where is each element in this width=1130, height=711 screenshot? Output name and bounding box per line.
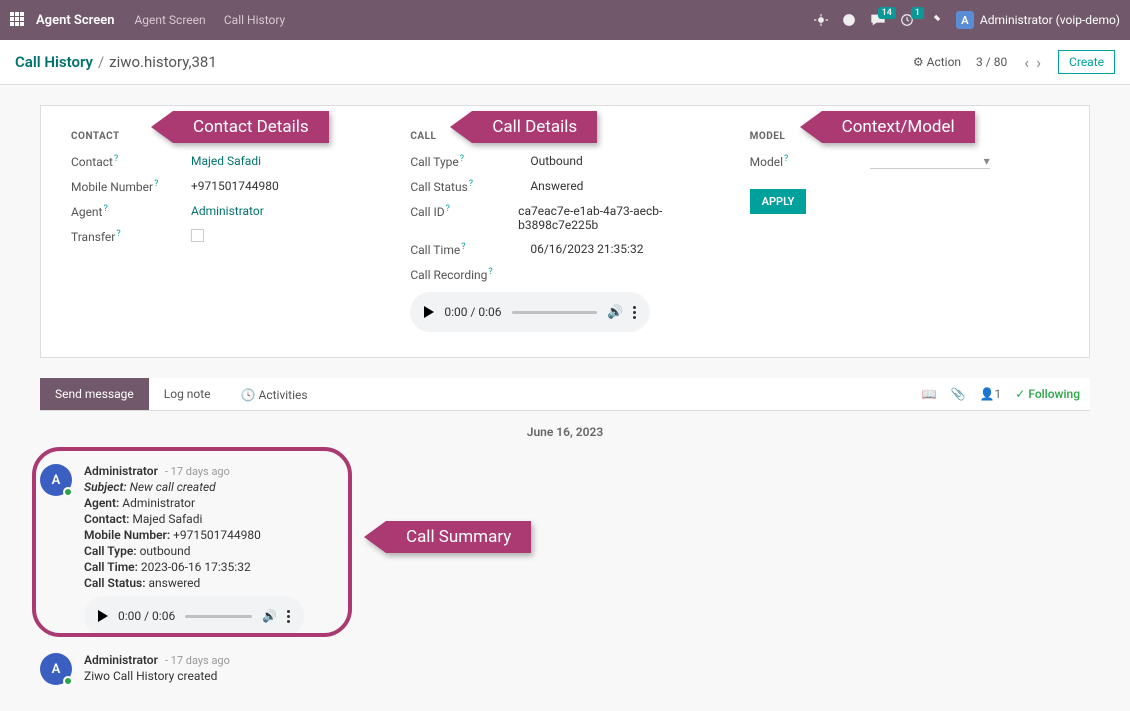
help-icon[interactable]: ?	[446, 204, 450, 214]
pager-controls: ‹ ›	[1022, 53, 1043, 72]
message-2: A Administrator - 17 days ago Ziwo Call …	[40, 647, 1090, 691]
help-icon[interactable]: ?	[461, 242, 465, 252]
clock-small-icon: 🕓	[241, 388, 256, 402]
breadcrumb-current: ziwo.history,381	[109, 53, 217, 71]
callout-summary: Call Summary	[364, 521, 531, 553]
help-icon[interactable]: ?	[460, 154, 464, 164]
followers-count[interactable]: 👤1	[980, 387, 1002, 401]
help-icon[interactable]: ?	[488, 267, 492, 277]
messages-icon[interactable]: 14	[870, 13, 886, 27]
model-dropdown[interactable]: ▾	[870, 154, 990, 169]
avatar: A	[40, 653, 72, 685]
following-button[interactable]: ✓ Following	[1015, 387, 1080, 401]
audio-track[interactable]	[512, 311, 598, 314]
clock-badge: 1	[911, 7, 924, 19]
chevron-down-icon: ▾	[984, 154, 990, 168]
agent-value[interactable]: Administrator	[191, 204, 264, 219]
msg-author: Administrator	[84, 653, 158, 667]
volume-icon[interactable]: 🔊	[262, 609, 277, 623]
help-icon[interactable]: ?	[116, 229, 120, 239]
presence-icon	[63, 487, 73, 497]
call-type-value: Outbound	[530, 154, 582, 169]
topbar: Agent Screen Agent Screen Call History 1…	[0, 0, 1130, 40]
play-icon[interactable]	[98, 610, 108, 622]
callout-model: Context/Model	[800, 111, 975, 143]
nav-agent-screen[interactable]: Agent Screen	[134, 13, 205, 27]
breadcrumb-bar: Call History / ziwo.history,381 ⚙Action …	[0, 40, 1130, 85]
audio-menu-icon[interactable]	[287, 610, 290, 623]
call-time-value: 06/16/2023 21:35:32	[530, 242, 643, 257]
volume-icon[interactable]: 🔊	[607, 305, 623, 320]
msg-author: Administrator	[84, 464, 158, 478]
msg-body-text: Ziwo Call History created	[84, 669, 230, 683]
gear-icon: ⚙	[913, 55, 924, 69]
transfer-checkbox[interactable]	[191, 229, 204, 242]
app-title: Agent Screen	[36, 13, 114, 28]
apps-icon[interactable]	[10, 12, 26, 28]
breadcrumb-separator: /	[98, 53, 104, 71]
breadcrumb-root[interactable]: Call History	[15, 53, 93, 71]
avatar: A	[40, 464, 72, 496]
callout-contact: Contact Details	[151, 111, 329, 143]
pager-text: 3 / 80	[976, 55, 1007, 69]
pager-next[interactable]: ›	[1036, 53, 1041, 72]
create-button[interactable]: Create	[1058, 50, 1115, 74]
contact-column: Contact Details CONTACT Contact?Majed Sa…	[71, 131, 380, 332]
play-icon[interactable]	[424, 306, 434, 318]
audio-time: 0:00 / 0:06	[118, 609, 175, 623]
activities-tab[interactable]: 🕓 Activities	[226, 379, 323, 410]
help-icon[interactable]: ?	[154, 179, 158, 189]
help-icon[interactable]: ?	[784, 154, 788, 164]
call-id-value: ca7eac7e-e1ab-4a73-aecb-b3898c7e225b	[518, 204, 719, 232]
call-column: Call Details CALL Call Type?Outbound Cal…	[410, 131, 719, 332]
tools-icon[interactable]	[928, 13, 942, 27]
user-avatar-icon: A	[956, 11, 974, 29]
msg-time: - 17 days ago	[165, 654, 230, 667]
presence-icon	[63, 676, 73, 686]
apply-button[interactable]: APPLY	[750, 189, 807, 214]
nav-call-history[interactable]: Call History	[224, 13, 285, 27]
clock-icon[interactable]: 1	[900, 13, 914, 27]
book-icon[interactable]: 📖	[922, 387, 937, 401]
message-1: A Administrator - 17 days ago Subject: N…	[40, 458, 1090, 642]
call-status-value: Answered	[530, 179, 583, 194]
chat-icon[interactable]	[842, 13, 856, 27]
audio-track[interactable]	[185, 615, 252, 618]
help-icon[interactable]: ?	[103, 204, 107, 214]
bug-icon[interactable]	[814, 13, 828, 27]
help-icon[interactable]: ?	[114, 154, 118, 164]
pager-prev[interactable]: ‹	[1024, 53, 1029, 72]
msg-audio-player[interactable]: 0:00 / 0:06 🔊	[84, 596, 304, 636]
audio-time: 0:00 / 0:06	[444, 305, 501, 319]
mobile-value: +971501744980	[191, 179, 279, 194]
model-column: Context/Model MODEL Model?▾ APPLY	[750, 131, 1059, 332]
callout-call: Call Details	[450, 111, 597, 143]
help-icon[interactable]: ?	[469, 179, 473, 189]
action-menu[interactable]: ⚙Action	[913, 55, 961, 69]
attachment-icon[interactable]: 📎	[951, 387, 966, 401]
topbar-nav: Agent Screen Call History	[134, 13, 300, 28]
contact-value[interactable]: Majed Safadi	[191, 154, 261, 169]
send-message-tab[interactable]: Send message	[40, 378, 149, 410]
audio-player[interactable]: 0:00 / 0:06 🔊	[410, 292, 650, 332]
user-menu[interactable]: A Administrator (voip-demo)	[956, 11, 1120, 29]
user-label: Administrator (voip-demo)	[980, 13, 1120, 27]
log-note-tab[interactable]: Log note	[149, 378, 226, 410]
form-sheet: Contact Details CONTACT Contact?Majed Sa…	[40, 105, 1090, 358]
msg-time: - 17 days ago	[165, 465, 230, 478]
date-separator: June 16, 2023	[40, 425, 1090, 439]
messages-badge: 14	[878, 7, 896, 19]
chatter-tabs: Send message Log note 🕓 Activities 📖 📎 👤…	[40, 378, 1090, 411]
audio-menu-icon[interactable]	[633, 306, 636, 319]
